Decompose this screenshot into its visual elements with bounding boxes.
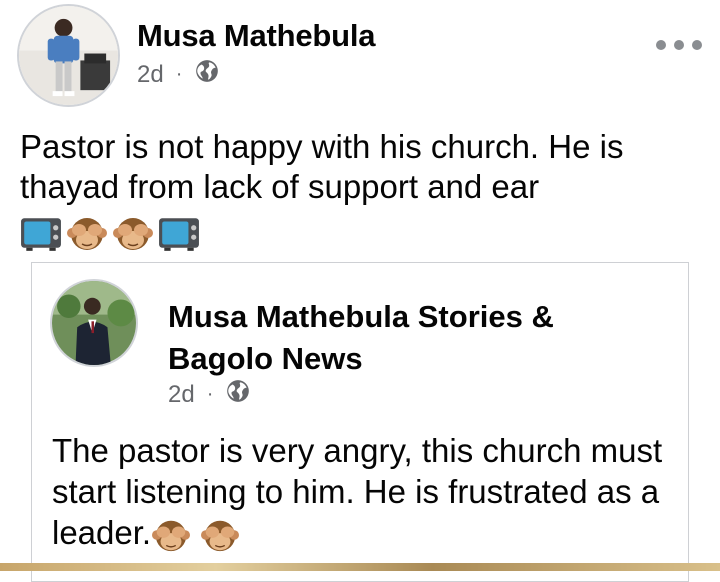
shared-post-meta: 2d · bbox=[168, 378, 251, 411]
see-no-evil-monkey-emoji bbox=[112, 213, 154, 253]
post-time[interactable]: 2d bbox=[137, 61, 164, 89]
television-emoji bbox=[20, 213, 62, 253]
shared-post-image-edge[interactable] bbox=[0, 563, 720, 571]
author-photo bbox=[19, 6, 118, 105]
shared-page-avatar[interactable] bbox=[50, 279, 138, 367]
post-body: Pastor is not happy with his church. He … bbox=[20, 127, 700, 253]
meta-separator: · bbox=[175, 63, 183, 85]
shared-post-time[interactable]: 2d bbox=[168, 381, 195, 409]
author-avatar[interactable] bbox=[17, 4, 120, 107]
post-meta: 2d · bbox=[137, 58, 220, 91]
more-options-icon bbox=[656, 40, 666, 50]
globe-icon[interactable] bbox=[225, 378, 251, 411]
shared-post-body: The pastor is very angry, this church mu… bbox=[52, 430, 672, 554]
post-text: Pastor is not happy with his church. He … bbox=[20, 128, 624, 205]
shared-post-text: The pastor is very angry, this church mu… bbox=[52, 432, 663, 551]
shared-page-photo bbox=[52, 281, 136, 365]
post-emoji-row bbox=[20, 213, 700, 253]
meta-separator: · bbox=[206, 383, 214, 405]
see-no-evil-monkey-emoji bbox=[66, 213, 108, 253]
television-emoji bbox=[158, 213, 200, 253]
see-no-evil-monkey-emoji bbox=[151, 516, 191, 554]
see-no-evil-monkey-emoji bbox=[200, 516, 240, 554]
author-name[interactable]: Musa Mathebula bbox=[137, 18, 376, 54]
more-options-button[interactable] bbox=[656, 34, 702, 56]
shared-page-name[interactable]: Musa Mathebula Stories & Bagolo News bbox=[168, 296, 588, 380]
globe-icon[interactable] bbox=[194, 58, 220, 91]
